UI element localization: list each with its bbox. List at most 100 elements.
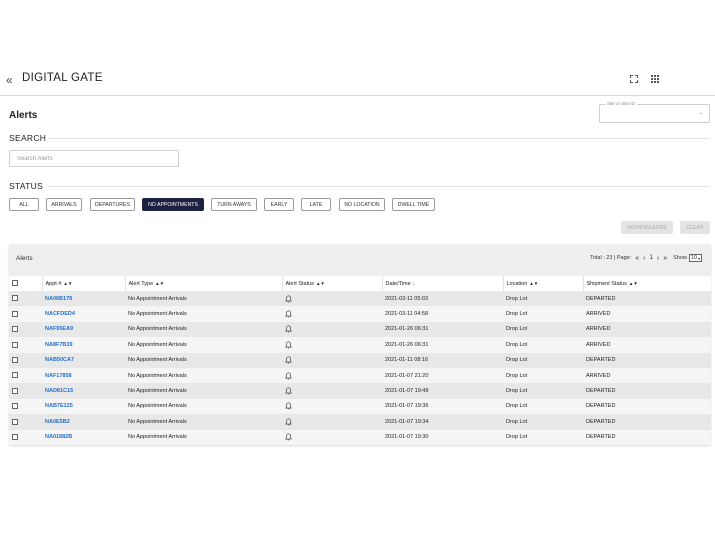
clear-button[interactable]: CLEAR [680, 221, 710, 234]
row-checkbox[interactable] [12, 387, 18, 394]
last-page-icon[interactable]: » [663, 255, 667, 262]
table-row[interactable]: NA8F7B39 No Appointment Arrivals 2021-01-2… [9, 337, 711, 353]
shipment-status-cell: ARRIVED [583, 337, 711, 353]
table-row[interactable]: NA0E5B2 No Appointment Arrivals 2021-01-07… [9, 414, 711, 430]
prev-page-icon[interactable]: ‹ [643, 255, 645, 262]
appt-link[interactable]: NA0E5B2 [42, 414, 125, 430]
row-select-cell [9, 383, 42, 399]
status-divider [48, 186, 710, 187]
row-checkbox[interactable] [12, 418, 18, 425]
sort-icon: ▲▼ [155, 280, 165, 286]
appt-link[interactable]: NAB7E125 [42, 398, 125, 415]
location-cell: Drop Lot [503, 291, 583, 307]
location-cell: Drop Lot [503, 337, 583, 353]
datetime-cell: 2021-01-26 06:31 [382, 337, 503, 353]
current-page: 1 [649, 255, 653, 261]
top-bar: « DIGITAL GATE [0, 70, 715, 96]
filter-turn-aways[interactable]: TURN AWAYS [211, 198, 257, 211]
datetime-cell: 2021-01-07 19:34 [382, 414, 503, 430]
column-header-location[interactable]: Location ▲▼ [502, 276, 583, 291]
first-page-icon[interactable]: « [635, 255, 639, 262]
table-row[interactable]: NACFDED4 No Appointment Arrivals 2021-03-1… [9, 306, 711, 322]
location-cell: Drop Lot [503, 367, 583, 384]
datetime-cell: 2021-01-07 19:49 [382, 383, 503, 399]
apps-grid-icon[interactable] [651, 75, 659, 83]
row-checkbox[interactable] [12, 341, 18, 348]
alert-type-cell: No Appointment Arrivals [125, 306, 282, 322]
search-input[interactable] [9, 150, 179, 167]
appt-link[interactable]: NAF17858 [42, 367, 125, 384]
alert-status-cell [282, 414, 382, 430]
alert-status-cell [282, 337, 382, 353]
appt-link[interactable]: NAF95EA9 [42, 321, 125, 338]
filter-no-location[interactable]: NO LOCATION [339, 198, 385, 211]
sort-icon: ▲▼ [628, 280, 638, 286]
filter-arrivals[interactable]: ARRIVALS [46, 198, 82, 211]
search-divider [48, 138, 710, 139]
table-row[interactable]: NAD81C15 No Appointment Arrivals 2021-01-0… [9, 383, 711, 399]
datetime-cell: 2021-01-26 06:31 [382, 321, 503, 338]
next-page-icon[interactable]: › [657, 255, 659, 262]
table-row[interactable]: NAB50CA7 No Appointment Arrivals 2021-01-1… [9, 352, 711, 368]
bell-icon [285, 295, 292, 303]
filter-late[interactable]: LATE [301, 198, 331, 211]
row-checkbox[interactable] [12, 310, 18, 317]
appt-link[interactable]: NA06B179 [42, 291, 125, 307]
filter-dwell-time[interactable]: DWELL TIME [392, 198, 435, 211]
datetime-cell: 2021-01-11 08:16 [382, 352, 503, 368]
row-select-cell [9, 398, 42, 415]
shipment-status-cell: DEPARTED [583, 398, 711, 415]
shipment-status-cell: DEPARTED [583, 352, 711, 368]
filter-all[interactable]: ALL [9, 198, 39, 211]
pagination-total: Total : 23 | Page: [590, 255, 632, 261]
alert-status-cell [282, 367, 382, 384]
row-checkbox[interactable] [12, 403, 18, 410]
appt-link[interactable]: NAD81C15 [42, 383, 125, 399]
table-header-row: Appt # ▲▼ Alert Type ▲▼ Alert Status ▲▼ Dat… [9, 276, 711, 291]
alert-type-cell: No Appointment Arrivals [125, 291, 282, 307]
filter-no-appointments[interactable]: NO APPOINTMENTS [142, 198, 204, 211]
location-cell: Drop Lot [503, 414, 583, 430]
column-header-appt[interactable]: Appt # ▲▼ [41, 276, 125, 291]
acknowledge-button[interactable]: ACKNOWLEDGE [621, 221, 673, 234]
column-header-shipment-status[interactable]: Shipment Status ▲▼ [582, 276, 711, 291]
row-checkbox[interactable] [12, 372, 18, 379]
shipment-status-cell: DEPARTED [583, 383, 711, 399]
bell-icon [285, 402, 292, 410]
table-row[interactable]: NAB7E125 No Appointment Arrivals 2021-01-0… [9, 398, 711, 415]
row-select-cell [9, 291, 42, 307]
bell-icon [285, 372, 292, 380]
row-checkbox[interactable] [12, 295, 18, 302]
column-header-datetime[interactable]: Date/Time ↓ [381, 276, 503, 291]
alerts-table-card: Alerts Total : 23 | Page: « ‹ 1 › » Show… [9, 244, 711, 445]
page-size-select[interactable]: 10 ▾ [688, 254, 702, 262]
table-row[interactable]: NAF17858 No Appointment Arrivals 2021-01-0… [9, 367, 711, 384]
datetime-cell: 2021-01-07 21:20 [382, 367, 503, 384]
bell-icon [285, 341, 292, 349]
fullscreen-icon[interactable] [630, 75, 638, 83]
datetime-cell: 2021-01-07 19:36 [382, 398, 503, 415]
sort-desc-icon: ↓ [412, 280, 415, 286]
appt-link[interactable]: NAB50CA7 [42, 352, 125, 368]
alert-status-cell [282, 321, 382, 338]
table-row[interactable]: NAF95EA9 No Appointment Arrivals 2021-01-2… [9, 321, 711, 338]
column-header-alert-type[interactable]: Alert Type ▲▼ [124, 276, 282, 291]
collapse-sidebar-icon[interactable]: « [6, 73, 13, 87]
row-checkbox[interactable] [12, 357, 18, 364]
appt-link[interactable]: NA8F7B39 [42, 337, 125, 353]
select-all-cell [9, 276, 42, 291]
table-row[interactable]: NA01882B No Appointment Arrivals 2021-01-0… [9, 429, 711, 445]
bell-icon [285, 326, 292, 333]
row-checkbox[interactable] [12, 326, 18, 333]
filter-early[interactable]: EARLY [264, 198, 294, 211]
appt-link[interactable]: NACFDED4 [42, 306, 125, 322]
site-select[interactable]: Site or Site ID ⌄ [599, 101, 710, 123]
search-heading: SEARCH [9, 133, 47, 143]
table-row[interactable]: NA06B179 No Appointment Arrivals 2021-03-1… [9, 291, 711, 307]
filter-departures[interactable]: DEPARTURES [90, 198, 135, 211]
row-checkbox[interactable] [12, 433, 18, 440]
column-header-alert-status[interactable]: Alert Status ▲▼ [281, 276, 382, 291]
show-label: Show [673, 255, 687, 261]
select-all-checkbox[interactable] [12, 280, 18, 287]
appt-link[interactable]: NA01882B [42, 429, 125, 445]
